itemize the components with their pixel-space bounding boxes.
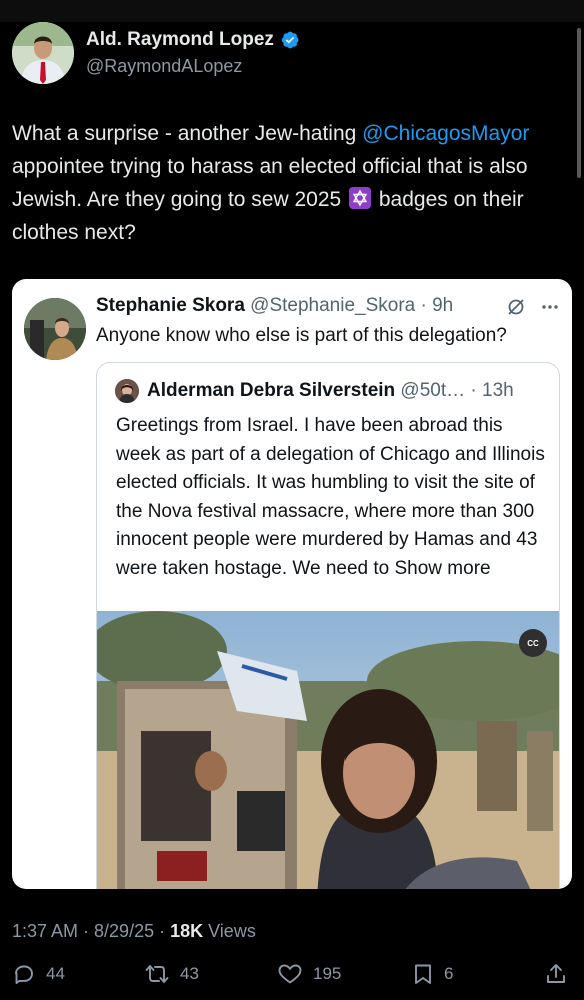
quoted-header: Stephanie Skora @Stephanie_Skora · 9h: [96, 295, 453, 317]
quoted-avatar[interactable]: [24, 298, 86, 360]
star-of-david-emoji-icon: [349, 187, 372, 209]
quoted-meta: @Stephanie_Skora · 9h: [244, 295, 454, 316]
status-bar: [0, 0, 584, 22]
reply-button[interactable]: 44: [12, 962, 65, 986]
views-count: 18K: [170, 921, 204, 941]
nested-text: Greetings from Israel. I have been abroa…: [116, 412, 552, 584]
tweet-author: Ald. Raymond Lopez @RaymondALopez: [12, 22, 300, 84]
share-icon: [547, 964, 565, 983]
tweet-text-part: What a surprise - another Jew-hating: [12, 122, 363, 145]
avatar[interactable]: [12, 22, 74, 84]
reply-count: 44: [46, 964, 65, 983]
display-name-text[interactable]: Ald. Raymond Lopez: [86, 29, 274, 51]
repost-count: 43: [180, 964, 199, 983]
heart-icon: [278, 964, 302, 984]
nested-text-body: Greetings from Israel. I have been abroa…: [116, 415, 545, 579]
nested-meta: @50t… · 13h: [395, 380, 514, 401]
tweet-text: What a surprise - another Jew-hating @Ch…: [12, 117, 572, 249]
views-label: Views: [203, 921, 256, 941]
nested-quoted-tweet[interactable]: Alderman Debra Silverstein @50t… · 13h G…: [96, 362, 560, 889]
bookmark-count: 6: [444, 964, 454, 983]
nested-header: Alderman Debra Silverstein @50t… · 13h: [147, 380, 514, 402]
like-button[interactable]: 195: [277, 962, 341, 986]
timestamp-text[interactable]: 1:37 AM · 8/29/25 ·: [12, 921, 170, 941]
share-button[interactable]: [544, 962, 568, 986]
reply-icon: [15, 965, 33, 984]
verified-badge-icon: [281, 31, 299, 49]
scrollbar[interactable]: [577, 28, 581, 178]
like-count: 195: [313, 964, 342, 983]
tweet-timestamp: 1:37 AM · 8/29/25 · 18K Views: [12, 921, 256, 942]
repost-button[interactable]: 43: [144, 962, 199, 986]
show-more-link[interactable]: Show more: [395, 558, 491, 579]
quoted-display-name[interactable]: Stephanie Skora: [96, 295, 245, 316]
repost-icon: [145, 965, 169, 983]
quoted-tweet-card[interactable]: Stephanie Skora @Stephanie_Skora · 9h An…: [12, 279, 572, 889]
quoted-text: Anyone know who else is part of this del…: [96, 325, 507, 346]
quoted-actions: [506, 297, 560, 317]
nested-avatar[interactable]: [115, 379, 139, 403]
video-player[interactable]: CC: [97, 611, 559, 889]
tweet-action-bar: 44 43 195 6: [0, 962, 584, 996]
display-name[interactable]: Ald. Raymond Lopez: [86, 29, 300, 51]
grok-icon[interactable]: [506, 297, 526, 317]
bookmark-button[interactable]: 6: [412, 962, 453, 986]
closed-captions-button[interactable]: CC: [519, 629, 547, 657]
mention-link[interactable]: @ChicagosMayor: [362, 122, 529, 145]
nested-display-name[interactable]: Alderman Debra Silverstein: [147, 380, 395, 401]
video-thumbnail: [97, 611, 559, 889]
handle[interactable]: @RaymondALopez: [86, 56, 300, 77]
more-options-icon[interactable]: [540, 297, 560, 317]
bookmark-icon: [415, 964, 431, 984]
